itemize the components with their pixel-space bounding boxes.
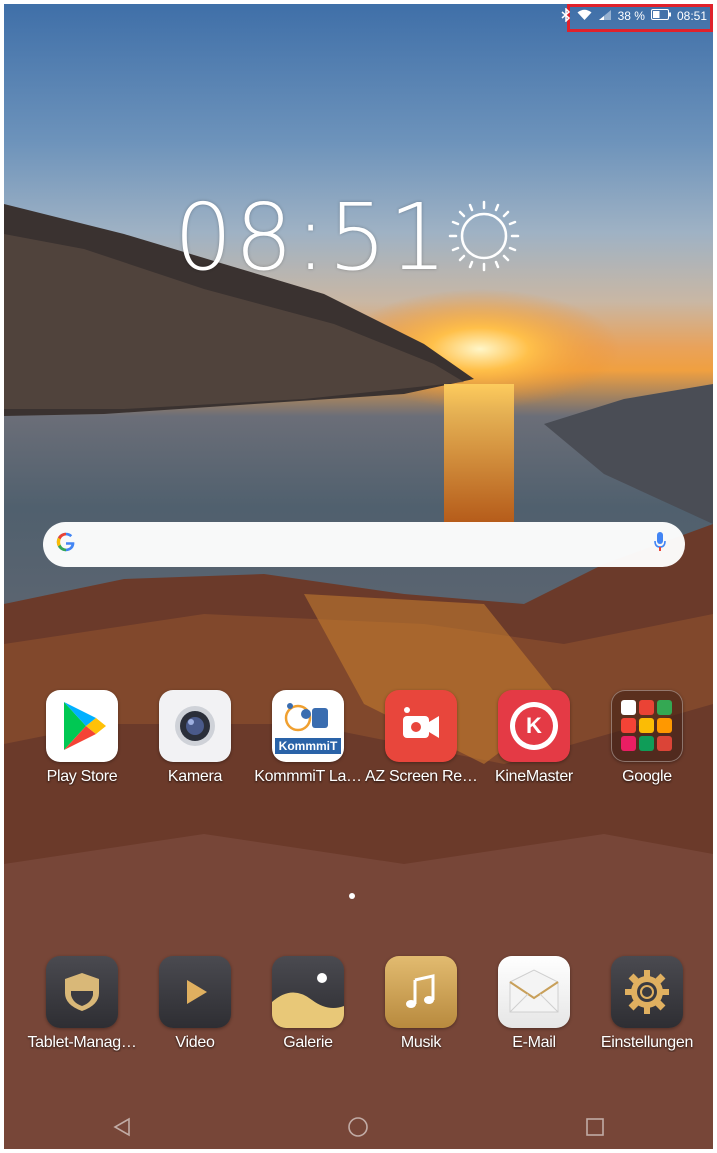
app-kinemaster[interactable]: K KineMaster [478,690,590,786]
app-play-store[interactable]: Play Store [26,690,138,786]
app-kommmit[interactable]: KommmiT KommmiT La… [252,690,364,786]
battery-icon [650,9,671,23]
status-time: 08:51 [676,9,707,23]
app-musik[interactable]: Musik [365,956,477,1052]
video-camera-icon [385,690,457,762]
mic-icon[interactable] [653,531,667,558]
home-screen: 38 % 08:51 08:51 Play Store Kamera Kommm… [4,4,713,1149]
clock-widget[interactable]: 08:51 [174,184,449,291]
music-note-icon [385,956,457,1028]
signal-icon [598,9,612,24]
wifi-icon [577,9,592,24]
battery-percent: 38 % [617,9,645,23]
app-kamera[interactable]: Kamera [139,690,251,786]
app-email[interactable]: E-Mail [478,956,590,1052]
bluetooth-icon [561,6,571,25]
google-folder-icon [611,690,683,762]
app-az-screen-recorder[interactable]: AZ Screen Re… [365,690,477,786]
app-label: E-Mail [512,1034,556,1051]
folder-google[interactable]: Google [591,690,703,786]
envelope-icon [498,956,570,1028]
app-label: Galerie [283,1034,333,1051]
navigation-bar [4,1109,713,1149]
status-bar: 38 % 08:51 [555,4,713,28]
back-icon[interactable] [111,1116,133,1143]
page-indicator-dot [349,893,355,899]
kommmit-tile-text: KommmiT [274,738,342,754]
app-label: Musik [400,1034,442,1051]
app-label: KineMaster [495,768,573,785]
home-icon[interactable] [346,1115,370,1144]
app-label: AZ Screen Re… [365,768,477,785]
kinemaster-icon: K [498,690,570,762]
app-video[interactable]: Video [139,956,251,1052]
app-label: Play Store [46,768,118,785]
gear-icon [611,956,683,1028]
app-tablet-manager[interactable]: Tablet-Manag… [26,956,138,1052]
app-galerie[interactable]: Galerie [252,956,364,1052]
gallery-icon [272,956,344,1028]
camera-icon [159,690,231,762]
app-label: Video [175,1034,215,1051]
app-label: Google [622,768,672,785]
app-label: Einstellungen [600,1034,694,1051]
app-label: KommmiT La… [254,768,362,785]
recents-icon[interactable] [584,1116,606,1143]
app-einstellungen[interactable]: Einstellungen [591,956,703,1052]
app-label: Tablet-Manag… [27,1034,137,1051]
google-logo-icon [55,531,77,559]
play-store-icon [46,690,118,762]
sun-icon[interactable] [448,200,520,272]
kommmit-icon: KommmiT [272,690,344,762]
shield-icon [46,956,118,1028]
kinemaster-letter: K [526,713,542,738]
app-label: Kamera [167,768,223,785]
play-icon [159,956,231,1028]
google-search-bar[interactable] [43,522,685,567]
